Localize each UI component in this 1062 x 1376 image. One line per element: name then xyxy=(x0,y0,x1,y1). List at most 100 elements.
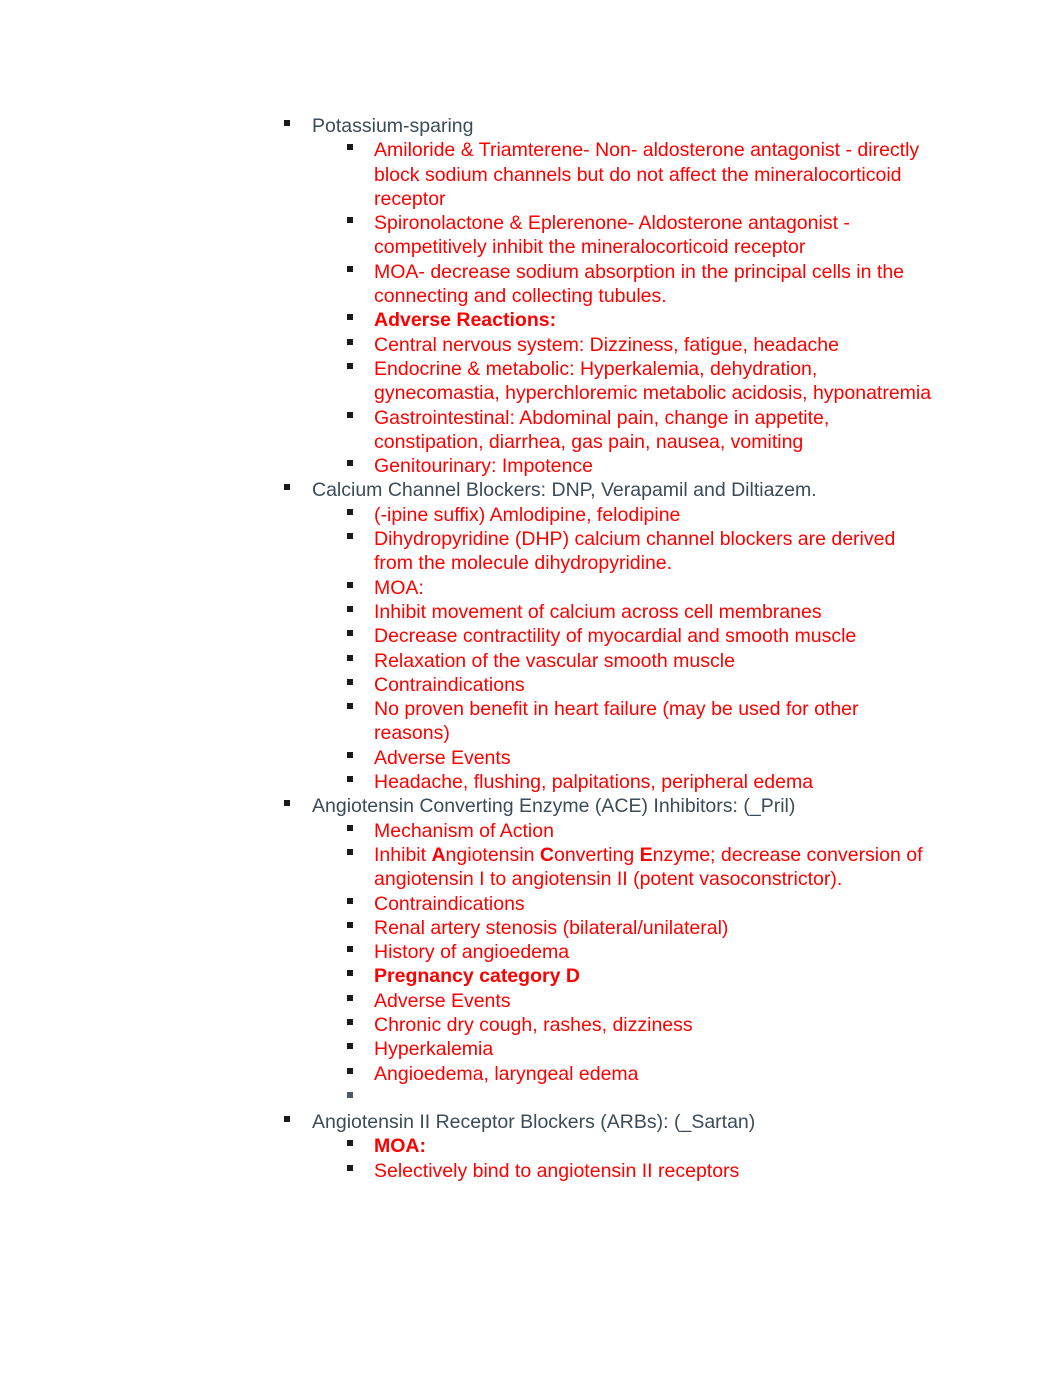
square-bullet-icon xyxy=(347,921,353,928)
outline-item-level2: (-ipine suffix) Amlodipine, felodipine xyxy=(0,503,1062,527)
outline-item-text: Spironolactone & Eplerenone- Aldosterone… xyxy=(374,212,850,259)
outline-item-text: Inhibit Angiotensin Converting Enzyme; d… xyxy=(374,843,923,891)
outline-item-text: Contraindications xyxy=(374,673,525,696)
outline-item-text: MOA: xyxy=(374,576,424,599)
outline-item-text: Contraindications xyxy=(374,892,525,915)
square-bullet-icon xyxy=(347,970,353,977)
square-bullet-icon xyxy=(347,338,353,345)
square-bullet-icon xyxy=(347,994,353,1001)
outline-item-text: No proven benefit in heart failure (may … xyxy=(374,698,859,745)
outline-item-level2: Genitourinary: Impotence xyxy=(0,454,1062,478)
outline-item-text: Endocrine & metabolic: Hyperkalemia, deh… xyxy=(374,357,932,405)
outline-item-level2: Adverse Events xyxy=(0,989,1062,1013)
outline-item-text: Mechanism of Action xyxy=(374,819,554,842)
square-bullet-icon xyxy=(347,630,353,637)
square-bullet-icon xyxy=(347,824,353,831)
outline-item-text: Hyperkalemia xyxy=(374,1038,494,1061)
outline-item-text: Angiotensin Converting Enzyme (ACE) Inhi… xyxy=(312,795,796,818)
outline-item-text: Adverse Events xyxy=(374,746,511,769)
outline-item-level2: Contraindications xyxy=(0,673,1062,697)
outline-item-level2: Angioedema, laryngeal edema xyxy=(0,1062,1062,1086)
outline-item-text: (-ipine suffix) Amlodipine, felodipine xyxy=(374,503,681,526)
square-bullet-icon xyxy=(347,1091,353,1098)
outline-item-level2: Inhibit movement of calcium across cell … xyxy=(0,600,1062,624)
outline-body: Potassium-sparing Amiloride & Triamterene… xyxy=(0,114,1062,1183)
square-bullet-icon xyxy=(347,1018,353,1025)
outline-item-level2: Adverse Reactions: xyxy=(0,308,1062,332)
outline-item-text: Calcium Channel Blockers: DNP, Verapamil… xyxy=(312,479,817,502)
square-bullet-icon xyxy=(347,1043,353,1050)
square-bullet-icon xyxy=(347,411,353,418)
outline-item-text: Adverse Events xyxy=(374,989,511,1012)
outline-item-level2: Mechanism of Action xyxy=(0,819,1062,843)
square-bullet-icon xyxy=(347,144,353,151)
square-bullet-icon xyxy=(347,533,353,540)
square-bullet-icon xyxy=(347,581,353,588)
outline-item-level2: Hyperkalemia xyxy=(0,1037,1062,1061)
outline-item-level2: Endocrine & metabolic: Hyperkalemia, deh… xyxy=(0,357,1062,406)
square-bullet-icon xyxy=(347,703,353,710)
outline-item-text: Inhibit movement of calcium across cell … xyxy=(374,600,822,623)
outline-item-level2: Relaxation of the vascular smooth muscle xyxy=(0,649,1062,673)
outline-item-level1: Potassium-sparing xyxy=(0,114,1062,138)
outline-item-level2: Renal artery stenosis (bilateral/unilate… xyxy=(0,916,1062,940)
outline-item-text: Headache, flushing, palpitations, periph… xyxy=(374,771,814,794)
square-bullet-icon xyxy=(347,362,353,369)
outline-item-text: History of angioedema xyxy=(374,941,570,964)
outline-item-text: Angiotensin II Receptor Blockers (ARBs):… xyxy=(312,1111,756,1134)
outline-item-level2: MOA- decrease sodium absorption in the p… xyxy=(0,260,1062,309)
outline-item-level2: Central nervous system: Dizziness, fatig… xyxy=(0,333,1062,357)
square-bullet-icon xyxy=(284,120,290,126)
outline-item-level1: Angiotensin Converting Enzyme (ACE) Inhi… xyxy=(0,794,1062,818)
outline-item-level1: Calcium Channel Blockers: DNP, Verapamil… xyxy=(0,478,1062,502)
outline-item-level2: Gastrointestinal: Abdominal pain, change… xyxy=(0,406,1062,455)
outline-item-level2: Spironolactone & Eplerenone- Aldosterone… xyxy=(0,211,1062,260)
outline-item-level2: MOA: xyxy=(0,1134,1062,1158)
outline-item-level1: Angiotensin II Receptor Blockers (ARBs):… xyxy=(0,1110,1062,1134)
outline-item-level2: MOA: xyxy=(0,576,1062,600)
square-bullet-icon xyxy=(347,776,353,783)
outline-item-level2: Selectively bind to angiotensin II recep… xyxy=(0,1159,1062,1183)
square-bullet-icon xyxy=(347,1164,353,1171)
outline-item-text: Dihydropyridine (DHP) calcium channel bl… xyxy=(374,528,896,575)
outline-item-text: Angioedema, laryngeal edema xyxy=(374,1062,639,1085)
document-page: Potassium-sparing Amiloride & Triamterene… xyxy=(0,0,1062,1376)
outline-item-level2: Dihydropyridine (DHP) calcium channel bl… xyxy=(0,527,1062,576)
outline-item-level2: Amiloride & Triamterene- Non- aldosteron… xyxy=(0,138,1062,211)
outline-item-text: Selectively bind to angiotensin II recep… xyxy=(374,1159,740,1182)
square-bullet-icon xyxy=(347,946,353,953)
outline-item-level2: History of angioedema xyxy=(0,940,1062,964)
square-bullet-icon xyxy=(347,605,353,612)
outline-item-text: Potassium-sparing xyxy=(312,115,474,137)
square-bullet-icon xyxy=(347,848,353,855)
outline-item-text: Genitourinary: Impotence xyxy=(374,455,593,478)
square-bullet-icon xyxy=(347,460,353,467)
square-bullet-icon xyxy=(284,484,290,491)
outline-item-level2: Pregnancy category D xyxy=(0,964,1062,988)
outline-item-text: Pregnancy category D xyxy=(374,965,580,988)
outline-item-text: Adverse Reactions: xyxy=(374,309,557,332)
outline-item-empty xyxy=(0,1086,1062,1110)
square-bullet-icon xyxy=(347,265,353,272)
square-bullet-icon xyxy=(347,1140,353,1147)
square-bullet-icon xyxy=(347,678,353,685)
outline-item-text: MOA: xyxy=(374,1135,426,1158)
outline-item-level2: Headache, flushing, palpitations, periph… xyxy=(0,770,1062,794)
outline-item-text: Chronic dry cough, rashes, dizziness xyxy=(374,1013,693,1036)
outline-item-text: Gastrointestinal: Abdominal pain, change… xyxy=(374,406,830,453)
square-bullet-icon xyxy=(284,1116,290,1123)
square-bullet-icon xyxy=(347,1067,353,1074)
outline-item-text: Relaxation of the vascular smooth muscle xyxy=(374,649,735,672)
outline-item-text: MOA- decrease sodium absorption in the p… xyxy=(374,260,905,308)
outline-item-text: Renal artery stenosis (bilateral/unilate… xyxy=(374,916,729,939)
outline-item-level2: Adverse Events xyxy=(0,746,1062,770)
square-bullet-icon xyxy=(347,217,353,224)
square-bullet-icon xyxy=(347,751,353,758)
square-bullet-icon xyxy=(347,654,353,661)
outline-list: Potassium-sparing Amiloride & Triamterene… xyxy=(0,114,1062,1183)
square-bullet-icon xyxy=(284,800,290,807)
outline-item-text: Decrease contractility of myocardial and… xyxy=(374,625,857,648)
outline-item-level2: Chronic dry cough, rashes, dizziness xyxy=(0,1013,1062,1037)
outline-item-text: Amiloride & Triamterene- Non- aldosteron… xyxy=(374,139,920,210)
outline-item-level2: Decrease contractility of myocardial and… xyxy=(0,624,1062,648)
